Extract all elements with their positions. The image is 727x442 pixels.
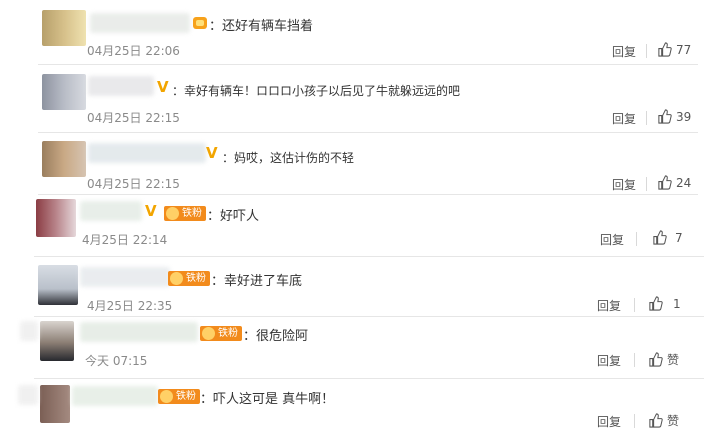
avatar[interactable] [42, 74, 86, 110]
divider-vertical [634, 353, 635, 367]
like-button[interactable]: 7 [652, 230, 683, 245]
username-blurred[interactable] [80, 322, 198, 342]
like-button[interactable]: 赞 [648, 351, 679, 368]
avatar[interactable] [40, 321, 74, 361]
comment-text: ：很危险阿 [243, 329, 309, 344]
username-blurred[interactable] [80, 201, 142, 221]
badge-seal-icon [202, 327, 215, 340]
reply-button[interactable]: 回复 [597, 352, 621, 369]
comment-3: V ：妈哎，这估计伤的不轻 04月25日 22:15 回复 24 [0, 133, 727, 193]
reply-button[interactable]: 回复 [600, 231, 624, 248]
thumbs-up-icon [649, 352, 663, 367]
comment-4: V 铁粉 ：好吓人 4月25日 22:14 回复 7 [0, 195, 727, 253]
reply-button[interactable]: 回复 [612, 176, 636, 193]
divider-vertical [636, 232, 637, 246]
avatar[interactable] [42, 141, 86, 177]
like-button[interactable]: 1 [648, 296, 681, 311]
fan-badge-label: 铁粉 [176, 391, 196, 402]
comment-1: ：还好有辆车挡着 04月25日 22:06 回复 77 [0, 0, 727, 64]
comment-text: ：还好有辆车挡着 [209, 19, 314, 34]
badge-seal-icon [170, 272, 183, 285]
comment-text: ：吓人这可是 真牛啊！ [200, 392, 335, 407]
timestamp: 04月25日 22:15 [87, 177, 180, 191]
timestamp: 04月25日 22:15 [87, 111, 180, 125]
timestamp: 4月25日 22:14 [82, 233, 168, 247]
like-button[interactable]: 24 [657, 175, 691, 190]
username-blurred[interactable] [72, 386, 158, 406]
comment-7: 铁粉 ：吓人这可是 真牛啊！ 回复 赞 [0, 379, 727, 442]
thumbs-up-icon [649, 296, 663, 311]
reply-button[interactable]: 回复 [597, 413, 621, 430]
vip-icon: V [145, 202, 157, 220]
thumbs-up-icon [658, 109, 672, 124]
fan-badge: 铁粉 [158, 389, 200, 404]
like-count: 赞 [667, 353, 680, 367]
fan-badge: 铁粉 [164, 206, 206, 221]
crown-icon [193, 17, 207, 29]
comment-2: V ：幸好有辆车！ロロロ小孩子以后见了牛就躲远远的吧 04月25日 22:15 … [0, 65, 727, 131]
badge-seal-icon [166, 207, 179, 220]
thumbs-up-icon [653, 230, 667, 245]
timestamp: 今天 07:15 [85, 354, 148, 368]
avatar[interactable] [38, 265, 78, 305]
like-button[interactable]: 77 [657, 42, 691, 57]
timestamp: 4月25日 22:35 [87, 299, 173, 313]
vip-icon: V [206, 144, 218, 162]
reply-button[interactable]: 回复 [612, 43, 636, 60]
thumbs-up-icon [658, 42, 672, 57]
like-count: 24 [676, 175, 692, 190]
vip-icon: V [157, 78, 169, 96]
like-button[interactable]: 赞 [648, 412, 679, 429]
fan-badge-label: 铁粉 [186, 273, 206, 284]
username-blurred[interactable] [90, 13, 190, 33]
username-blurred[interactable] [18, 385, 38, 405]
fan-badge: 铁粉 [168, 271, 210, 286]
avatar[interactable] [36, 199, 76, 237]
like-count: 赞 [667, 414, 680, 428]
username-blurred[interactable] [80, 267, 170, 287]
like-button[interactable]: 39 [657, 109, 691, 124]
thumbs-up-icon [658, 175, 672, 190]
divider-vertical [634, 298, 635, 312]
avatar[interactable] [42, 10, 86, 46]
divider-vertical [646, 44, 647, 58]
comment-text: ：幸好有辆车！ロロロ小孩子以后见了牛就躲远远的吧 [172, 84, 461, 98]
username-blurred[interactable] [88, 76, 154, 96]
timestamp: 04月25日 22:06 [87, 44, 180, 58]
comment-5: 铁粉 ：幸好进了车底 4月25日 22:35 回复 1 [0, 257, 727, 315]
fan-badge-label: 铁粉 [182, 208, 202, 219]
comment-text: ：妈哎，这估计伤的不轻 [222, 151, 355, 165]
divider-vertical [646, 177, 647, 191]
like-count: 1 [673, 296, 681, 311]
like-count: 7 [675, 230, 683, 245]
badge-seal-icon [160, 390, 173, 403]
comment-6: 铁粉 ：很危险阿 今天 07:15 回复 赞 [0, 317, 727, 377]
reply-button[interactable]: 回复 [597, 297, 621, 314]
username-blurred[interactable] [20, 321, 38, 341]
thumbs-up-icon [649, 413, 663, 428]
comment-text: ：好吓人 [207, 209, 260, 224]
avatar[interactable] [40, 385, 70, 423]
divider-vertical [634, 414, 635, 428]
like-count: 77 [676, 42, 692, 57]
divider-vertical [646, 111, 647, 125]
comment-text: ：幸好进了车底 [211, 274, 303, 289]
username-blurred[interactable] [88, 143, 206, 163]
fan-badge: 铁粉 [200, 326, 242, 341]
like-count: 39 [676, 109, 692, 124]
fan-badge-label: 铁粉 [218, 328, 238, 339]
reply-button[interactable]: 回复 [612, 110, 636, 127]
